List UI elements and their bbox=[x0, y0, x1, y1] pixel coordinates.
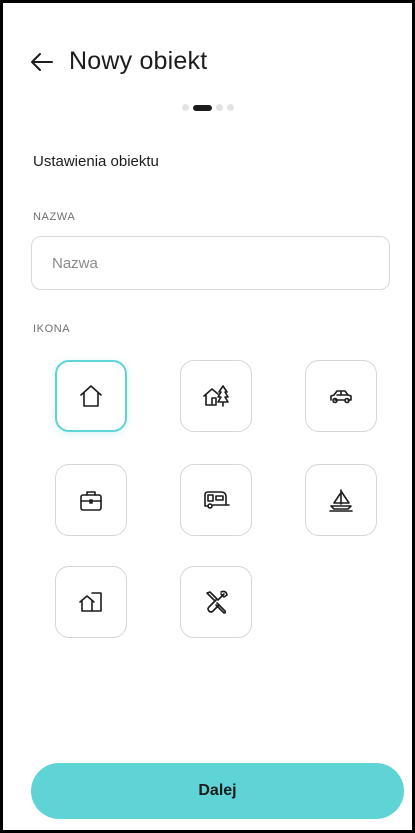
sailboat-icon bbox=[329, 489, 353, 512]
house-with-door-icon bbox=[79, 592, 102, 612]
icon-option-house-with-tree[interactable] bbox=[180, 360, 252, 432]
name-field-label: NAZWA bbox=[33, 211, 76, 223]
step-dot bbox=[181, 104, 189, 111]
arrow-left-icon bbox=[31, 52, 53, 71]
step-dot bbox=[215, 104, 223, 111]
camper-trailer-icon bbox=[204, 491, 230, 509]
step-indicator bbox=[3, 104, 412, 111]
back-button[interactable] bbox=[29, 49, 55, 75]
section-title: Ustawienia obiektu bbox=[33, 153, 159, 170]
icon-option-camper-trailer[interactable] bbox=[180, 464, 252, 536]
next-button[interactable]: Dalej bbox=[31, 763, 404, 819]
page-title: Nowy obiekt bbox=[69, 47, 208, 75]
briefcase-icon bbox=[80, 491, 102, 511]
icon-option-briefcase[interactable] bbox=[55, 464, 127, 536]
screen: Nowy obiekt Ustawienia obiektu NAZWA IKO… bbox=[0, 0, 415, 833]
icon-option-house-with-door[interactable] bbox=[55, 566, 127, 638]
header: Nowy obiekt bbox=[29, 47, 207, 76]
icon-field-label: IKONA bbox=[33, 323, 71, 335]
icon-option-house[interactable] bbox=[55, 360, 127, 432]
house-with-tree-icon bbox=[203, 385, 229, 407]
car-icon bbox=[330, 390, 352, 404]
icon-option-car[interactable] bbox=[305, 360, 377, 432]
icon-option-sailboat[interactable] bbox=[305, 464, 377, 536]
name-input[interactable] bbox=[31, 236, 390, 290]
step-dot bbox=[226, 104, 234, 111]
house-icon bbox=[80, 385, 102, 407]
wrench-screwdriver-icon bbox=[206, 590, 228, 614]
step-dot-active bbox=[192, 104, 212, 111]
icon-option-tools[interactable] bbox=[180, 566, 252, 638]
